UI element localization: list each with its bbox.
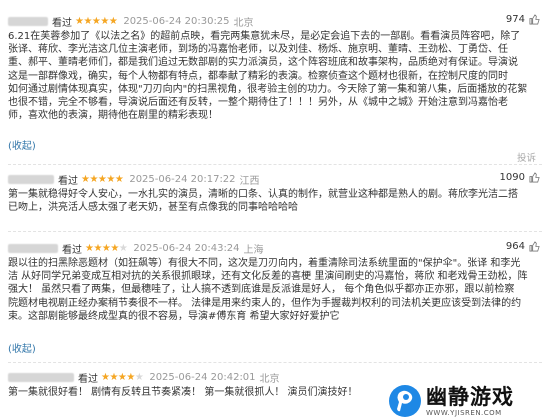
review-line: 院题材电视剧正经办案稍节奏很不一样。 法律是用来约束人的，但作为手握裁判权利的司…: [8, 297, 522, 309]
review-location: 江西: [239, 175, 260, 187]
review-line: 束。这部剧能够最终成型真的很不容易，导演#傅东育 希望大家好好爱护它: [8, 310, 340, 322]
useful-votes[interactable]: 1090: [500, 172, 540, 183]
collapse-link[interactable]: (收起): [8, 340, 36, 355]
watch-status: 看过: [62, 244, 82, 256]
watch-status: 看过: [78, 373, 98, 385]
username-blurred[interactable]: [8, 174, 54, 184]
watermark-title: 幽静游戏: [426, 384, 514, 409]
review-line: 师，喜欢他的表演，期待他在剧里的精彩表现！: [8, 110, 218, 122]
review-header: 看过 ★★★★★ 2025-06-24 20:17:22 江西: [8, 171, 260, 187]
watch-status: 看过: [52, 17, 72, 29]
collapse-link[interactable]: (收起): [8, 137, 36, 152]
report-link[interactable]: 投诉: [517, 150, 536, 164]
review-time[interactable]: 2025-06-24 20:17:22: [129, 174, 235, 185]
review-text: 第一集就稳得好令人安心，一水扎实的演员，清晰的口条、认真的制作，就营业这种都是熟…: [8, 188, 528, 214]
review-line: 6.21在芙蓉参加了《以法之名》的超前点映，看完两集意犹未尽，是必定会追下去的一…: [8, 31, 521, 42]
rating-stars: ★★★★★: [101, 371, 144, 383]
review-line: 跟以往的扫黑除恶题材（如狂飙等）有很大不同，这次是刀刃向内，着重清除司法系统里面…: [8, 258, 521, 269]
review-line: 如何通过剧情体现真实，体现"刀刃向内"的扫黑视角，很考验主创的功力。今天除了第一…: [8, 83, 528, 95]
watermark-text: 幽静游戏 WWW.YJISREN.COM: [426, 385, 514, 418]
divider: [8, 231, 542, 232]
review-item: 看过 ★★★★★ 2025-06-24 20:17:22 江西 1090 第一集…: [0, 171, 550, 226]
review-location: 北京: [233, 17, 254, 29]
review-time[interactable]: 2025-06-24 20:43:24: [133, 243, 239, 254]
review-time[interactable]: 2025-06-24 20:30:25: [123, 16, 229, 27]
review-line: 已吻上，洪亮活人感太强了老天奶，甚至有点像我的同事哈哈哈哈: [8, 202, 298, 214]
review-line: 第一集就稳得好令人安心，一水扎实的演员，清晰的口条、认真的制作，就营业这种都是熟…: [8, 189, 518, 200]
divider: [8, 164, 542, 165]
site-logo-icon: [389, 385, 421, 417]
review-line: 这是一部群像戏，确实，每个人物都有特点，都奉献了精彩的表演。检察侦查这个题材也很…: [8, 70, 508, 82]
watch-status: 看过: [58, 175, 78, 187]
review-line: 强大！ 虽然只看了两集，但最穗哇了，让人搞不透到底谁是反派谁是好人， 每个角色似…: [8, 284, 515, 296]
useful-votes[interactable]: 964: [506, 241, 540, 252]
site-watermark: 幽静游戏 WWW.YJISREN.COM: [386, 382, 546, 420]
thumb-up-icon[interactable]: [529, 241, 540, 252]
rating-stars: ★★★★★: [81, 173, 124, 185]
review-line: 也很不错，完全不够看，导演说后面还有反转，一整个期待住了！！！另外，从《城中之城…: [8, 97, 508, 109]
review-line: 张译、蒋欣、李光洁这几位主演老师，到场的冯嘉怡老师，以及刘佳、杨烁、施京明、董晴…: [8, 44, 508, 56]
watermark-url: WWW.YJISREN.COM: [426, 408, 502, 417]
rating-stars: ★★★★★: [85, 242, 128, 254]
review-location: 上海: [243, 244, 264, 256]
review-time[interactable]: 2025-06-24 20:42:01: [149, 372, 255, 383]
rating-stars: ★★★★★: [75, 15, 118, 27]
review-header: 看过 ★★★★★ 2025-06-24 20:43:24 上海: [8, 240, 264, 256]
review-header: 看过 ★★★★★ 2025-06-24 20:42:01 北京: [8, 369, 280, 385]
thumb-up-icon[interactable]: [529, 14, 540, 25]
review-line: 重、郝平、董晴老师们，都是我们追过无数部剧的实力派演员，这个阵容班底和故事架构，…: [8, 57, 518, 69]
votes-count: 964: [505, 241, 525, 252]
review-header: 看过 ★★★★★ 2025-06-24 20:30:25 北京: [8, 13, 254, 29]
votes-count: 974: [505, 14, 525, 25]
username-blurred[interactable]: [8, 16, 48, 26]
review-location: 北京: [259, 373, 280, 385]
review-text: 6.21在芙蓉参加了《以法之名》的超前点映，看完两集意犹未尽，是必定会追下去的一…: [8, 30, 528, 122]
username-blurred[interactable]: [8, 243, 58, 253]
useful-votes[interactable]: 974: [506, 14, 540, 25]
review-item: 看过 ★★★★★ 2025-06-24 20:30:25 北京 974 6.21…: [0, 13, 550, 164]
review-text: 跟以往的扫黑除恶题材（如狂飙等）有很大不同，这次是刀刃向内，着重清除司法系统里面…: [8, 257, 528, 323]
votes-count: 1090: [499, 172, 525, 183]
review-item: 看过 ★★★★★ 2025-06-24 20:43:24 上海 964 跟以往的…: [0, 240, 550, 358]
divider: [8, 362, 542, 363]
review-line: 洁 从好同学兄弟变成互相对抗的关系很抓眼球，还有文化反差的喜梗 里演间刷史的冯嘉…: [8, 271, 528, 283]
thumb-up-icon[interactable]: [529, 172, 540, 183]
username-blurred[interactable]: [8, 372, 74, 382]
